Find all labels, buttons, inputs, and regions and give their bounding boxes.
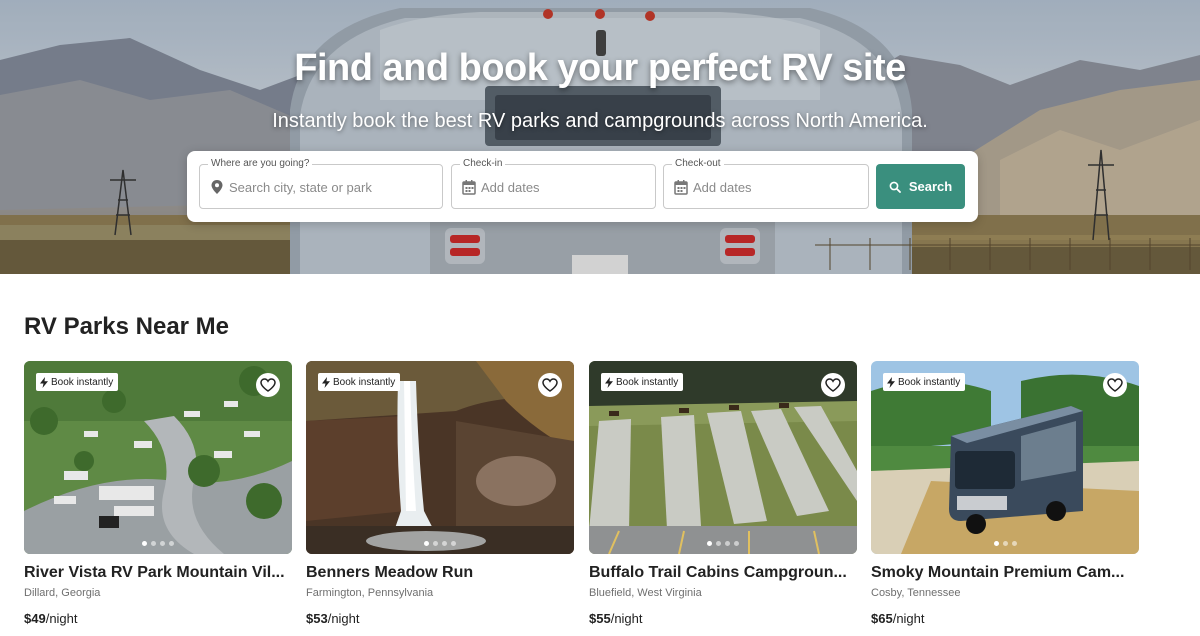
favorite-button[interactable] — [538, 373, 562, 397]
price-unit: /night — [327, 611, 360, 626]
badge-label: Book instantly — [333, 376, 396, 388]
carousel-dot[interactable] — [725, 541, 730, 546]
checkout-label: Check-out — [672, 158, 724, 170]
carousel-dot[interactable] — [1002, 541, 1008, 546]
price-amount: $55 — [589, 611, 611, 626]
lightning-icon — [322, 376, 330, 388]
carousel-dot[interactable] — [451, 541, 456, 546]
price-amount: $65 — [871, 611, 893, 626]
location-input[interactable] — [229, 175, 429, 199]
lightning-icon — [605, 376, 613, 388]
park-price: $53/night — [306, 611, 574, 626]
carousel-dot[interactable] — [707, 541, 712, 546]
book-instantly-badge: Book instantly — [318, 373, 401, 391]
location-label: Where are you going? — [208, 158, 313, 170]
checkout-input[interactable] — [693, 175, 893, 199]
price-amount: $53 — [306, 611, 328, 626]
lightning-icon — [887, 376, 895, 388]
carousel-dot[interactable] — [160, 541, 165, 546]
park-price: $49/night — [24, 611, 292, 626]
park-card[interactable]: Book instantly Buffalo Trail Cabins Camp… — [589, 361, 857, 626]
price-amount: $49 — [24, 611, 46, 626]
calendar-icon — [674, 180, 688, 195]
park-price: $65/night — [871, 611, 1139, 626]
calendar-icon — [462, 180, 476, 195]
price-unit: /night — [45, 611, 78, 626]
park-photo[interactable]: Book instantly — [24, 361, 292, 554]
book-instantly-badge: Book instantly — [883, 373, 966, 391]
search-icon — [889, 181, 901, 193]
park-name[interactable]: River Vista RV Park Mountain Vil... — [24, 564, 292, 582]
park-name[interactable]: Smoky Mountain Premium Cam... — [871, 564, 1139, 582]
hero-banner: Find and book your perfect RV site Insta… — [0, 0, 1200, 274]
search-button-label: Search — [908, 179, 953, 194]
checkout-field[interactable]: Check-out — [663, 158, 893, 209]
carousel-dot[interactable] — [433, 541, 438, 546]
hero-subtitle: Instantly book the best RV parks and cam… — [272, 110, 928, 132]
park-card[interactable]: Book instantly Benners Meadow Run Farmin… — [306, 361, 574, 626]
park-name[interactable]: Buffalo Trail Cabins Campgroun... — [589, 564, 857, 582]
favorite-button[interactable] — [256, 373, 280, 397]
checkin-label: Check-in — [460, 158, 506, 170]
map-pin-icon — [211, 180, 223, 194]
book-instantly-badge: Book instantly — [36, 373, 119, 391]
park-location: Dillard, Georgia — [24, 587, 101, 599]
park-card[interactable]: Book instantly River Vista RV Park Mount… — [24, 361, 292, 626]
carousel-dot[interactable] — [424, 541, 429, 546]
hero-title: Find and book your perfect RV site — [294, 47, 906, 89]
search-bar: Where are you going? Check-in Check-out — [187, 151, 978, 222]
location-field[interactable]: Where are you going? — [199, 158, 443, 209]
lightning-icon — [40, 376, 48, 388]
park-photo[interactable]: Book instantly — [589, 361, 857, 554]
checkin-field[interactable]: Check-in — [451, 158, 681, 209]
park-location: Cosby, Tennessee — [871, 587, 961, 599]
park-photo[interactable]: Book instantly — [871, 361, 1139, 554]
section-title: RV Parks Near Me — [24, 313, 230, 340]
carousel-dots[interactable] — [24, 541, 292, 546]
search-button[interactable]: Search — [876, 164, 965, 209]
park-price: $55/night — [589, 611, 857, 626]
carousel-dot[interactable] — [169, 541, 174, 546]
favorite-button[interactable] — [1103, 373, 1127, 397]
badge-label: Book instantly — [616, 376, 679, 388]
park-location: Bluefield, West Virginia — [589, 587, 702, 599]
favorite-button[interactable] — [821, 373, 845, 397]
carousel-dot[interactable] — [716, 541, 721, 546]
carousel-dot[interactable] — [734, 541, 739, 546]
heart-icon — [260, 378, 276, 392]
carousel-dot[interactable] — [142, 541, 147, 546]
park-name[interactable]: Benners Meadow Run — [306, 564, 574, 582]
carousel-dot[interactable] — [993, 541, 999, 546]
carousel-dot[interactable] — [442, 541, 447, 546]
price-unit: /night — [610, 611, 643, 626]
badge-label: Book instantly — [898, 376, 961, 388]
carousel-dots[interactable] — [306, 541, 574, 546]
heart-icon — [1107, 378, 1123, 392]
price-unit: /night — [892, 611, 925, 626]
park-photo[interactable]: Book instantly — [306, 361, 574, 554]
park-card[interactable]: Book instantly Smoky Mountain Premium Ca… — [871, 361, 1139, 626]
carousel-dots[interactable] — [589, 541, 857, 546]
park-location: Farmington, Pennsylvania — [306, 587, 434, 599]
heart-icon — [825, 378, 841, 392]
badge-label: Book instantly — [51, 376, 114, 388]
book-instantly-badge: Book instantly — [601, 373, 684, 391]
carousel-dot[interactable] — [151, 541, 156, 546]
carousel-dot[interactable] — [1011, 541, 1017, 546]
checkin-input[interactable] — [481, 175, 681, 199]
carousel-dots[interactable] — [871, 541, 1139, 546]
heart-icon — [542, 378, 558, 392]
hero-background-image — [0, 0, 1200, 274]
